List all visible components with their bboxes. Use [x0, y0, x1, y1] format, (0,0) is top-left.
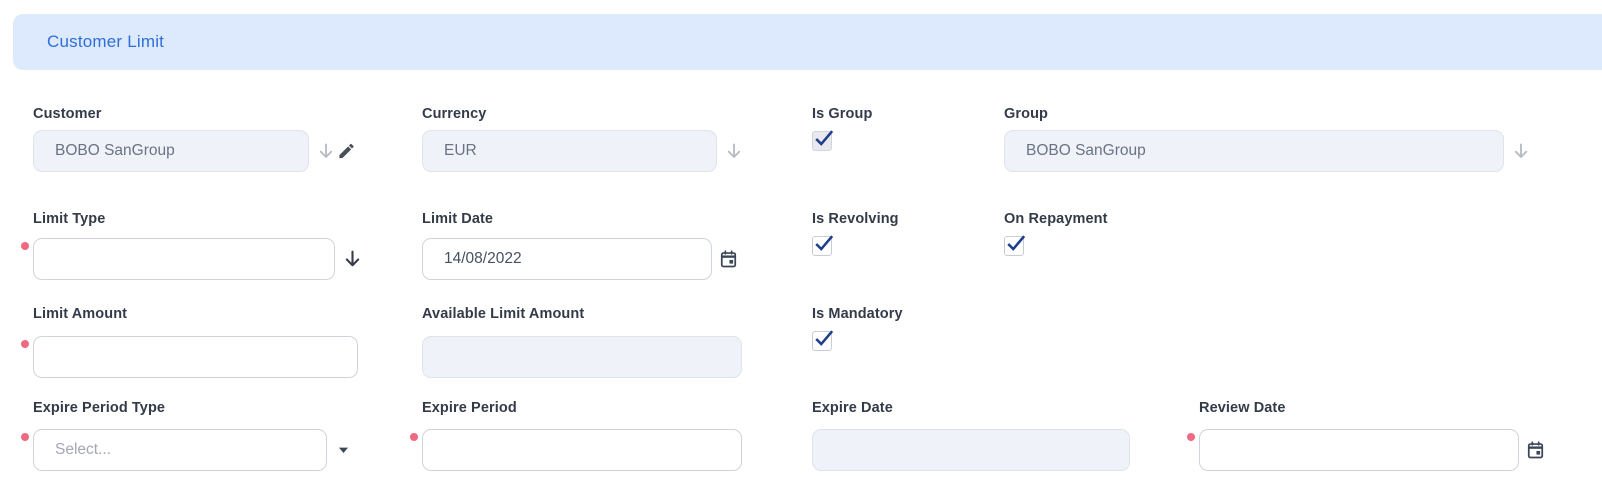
field-review-date: Review Date — [1199, 399, 1519, 471]
is-revolving-label: Is Revolving — [812, 210, 899, 228]
review-date-calendar-icon[interactable] — [1526, 441, 1545, 460]
expire-period-type-label: Expire Period Type — [33, 399, 327, 417]
available-limit-amount-label: Available Limit Amount — [422, 305, 742, 323]
field-expire-period: Expire Period — [422, 399, 742, 471]
group-dropdown-arrow-icon — [1511, 141, 1531, 161]
check-icon — [813, 128, 835, 150]
expire-period-type-select[interactable] — [33, 429, 327, 471]
field-group: Group — [1004, 105, 1504, 172]
section-header-banner: Customer Limit — [13, 14, 1602, 70]
required-dot — [21, 242, 29, 250]
expire-period-input[interactable] — [422, 429, 742, 471]
currency-input — [422, 130, 717, 172]
is-group-label: Is Group — [812, 105, 872, 123]
customer-limit-form: Customer Limit Customer Currency Is Grou… — [0, 0, 1602, 498]
field-expire-date: Expire Date — [812, 399, 1130, 471]
group-input — [1004, 130, 1504, 172]
customer-dropdown-arrow-icon — [316, 141, 336, 161]
field-is-group: Is Group — [812, 105, 872, 151]
limit-type-dropdown-arrow-icon[interactable] — [342, 249, 363, 270]
select-caret-icon[interactable] — [337, 444, 350, 457]
required-dot — [410, 433, 418, 441]
is-revolving-checkbox[interactable] — [812, 236, 832, 256]
limit-date-calendar-icon[interactable] — [719, 250, 738, 269]
limit-type-input[interactable] — [33, 238, 335, 280]
currency-label: Currency — [422, 105, 717, 123]
limit-type-label: Limit Type — [33, 210, 335, 228]
page-title: Customer Limit — [47, 32, 164, 52]
is-mandatory-label: Is Mandatory — [812, 305, 903, 323]
field-is-revolving: Is Revolving — [812, 210, 899, 256]
expire-date-input — [812, 429, 1130, 471]
field-is-mandatory: Is Mandatory — [812, 305, 903, 351]
available-limit-amount-input — [422, 336, 742, 378]
customer-label: Customer — [33, 105, 309, 123]
check-icon — [813, 233, 835, 255]
expire-period-label: Expire Period — [422, 399, 742, 417]
edit-customer-pencil-icon[interactable] — [337, 142, 356, 161]
field-customer: Customer — [33, 105, 309, 172]
is-group-checkbox — [812, 131, 832, 151]
expire-date-label: Expire Date — [812, 399, 1130, 417]
field-limit-date: Limit Date — [422, 210, 712, 280]
field-expire-period-type: Expire Period Type — [33, 399, 327, 471]
review-date-input[interactable] — [1199, 429, 1519, 471]
field-available-limit-amount: Available Limit Amount — [422, 305, 742, 378]
field-on-repayment: On Repayment — [1004, 210, 1108, 256]
check-icon — [1005, 233, 1027, 255]
group-label: Group — [1004, 105, 1504, 123]
required-dot — [1187, 433, 1195, 441]
limit-amount-input[interactable] — [33, 336, 358, 378]
required-dot — [21, 433, 29, 441]
check-icon — [813, 328, 835, 350]
limit-amount-label: Limit Amount — [33, 305, 358, 323]
field-limit-type: Limit Type — [33, 210, 335, 280]
field-limit-amount: Limit Amount — [33, 305, 358, 378]
field-currency: Currency — [422, 105, 717, 172]
on-repayment-checkbox[interactable] — [1004, 236, 1024, 256]
limit-date-label: Limit Date — [422, 210, 712, 228]
is-mandatory-checkbox[interactable] — [812, 331, 832, 351]
review-date-label: Review Date — [1199, 399, 1519, 417]
currency-dropdown-arrow-icon — [724, 141, 744, 161]
limit-date-input[interactable] — [422, 238, 712, 280]
on-repayment-label: On Repayment — [1004, 210, 1108, 228]
customer-input — [33, 130, 309, 172]
required-dot — [21, 340, 29, 348]
